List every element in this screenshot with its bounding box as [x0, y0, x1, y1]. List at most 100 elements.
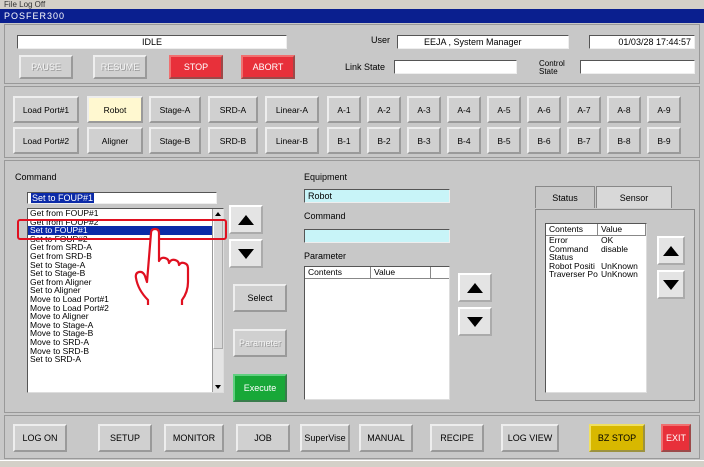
job-button[interactable]: JOB — [236, 424, 290, 452]
status-tab-panel: Status Sensor Contents Value Error OK Comm… — [535, 186, 695, 401]
state-field: IDLE — [17, 35, 287, 49]
tab-b-7[interactable]: B-7 — [567, 127, 601, 154]
datetime-field: 01/03/28 17:44:57 — [589, 35, 695, 49]
tab-b-8[interactable]: B-8 — [607, 127, 641, 154]
tab-b-5[interactable]: B-5 — [487, 127, 521, 154]
arrow-up-icon — [663, 245, 679, 256]
status-up-button[interactable] — [657, 236, 685, 265]
tab-b-2[interactable]: B-2 — [367, 127, 401, 154]
tab-a-7[interactable]: A-7 — [567, 96, 601, 123]
command-down-button[interactable] — [229, 239, 263, 268]
tab-b-6[interactable]: B-6 — [527, 127, 561, 154]
status-row-contents: Robot Positi — [549, 261, 595, 271]
pause-button[interactable]: PAUSE — [19, 55, 73, 79]
parameter-label: Parameter — [304, 251, 347, 261]
log-on-button[interactable]: LOG ON — [13, 424, 67, 452]
window-title: POSFER300 — [0, 9, 704, 23]
status-row: Error OK — [546, 236, 646, 245]
bz-stop-button[interactable]: BZ STOP — [589, 424, 645, 452]
command-current-field[interactable]: Set to FOUP#1 — [27, 192, 217, 204]
command-list-item[interactable]: Set to SRD-A — [28, 355, 223, 364]
link-state-field — [394, 60, 517, 74]
supervise-button[interactable]: SuperVise — [300, 424, 350, 452]
stop-button[interactable]: STOP — [169, 55, 223, 79]
status-table[interactable]: Contents Value Error OK Command disable Stat… — [545, 223, 647, 393]
tab-b-9[interactable]: B-9 — [647, 127, 681, 154]
status-header-value: Value — [598, 224, 646, 235]
tab-a-5[interactable]: A-5 — [487, 96, 521, 123]
tab-a-8[interactable]: A-8 — [607, 96, 641, 123]
link-state-label: Link State — [345, 62, 386, 72]
tab-srd-b[interactable]: SRD-B — [208, 127, 258, 154]
tab-linear-a[interactable]: Linear-A — [265, 96, 319, 123]
tab-load-port-1[interactable]: Load Port#1 — [13, 96, 79, 123]
parameter-table[interactable]: Contents Value — [304, 266, 450, 400]
tab-srd-a[interactable]: SRD-A — [208, 96, 258, 123]
control-state-label: Control State — [539, 59, 565, 76]
equipment-field: Robot — [304, 189, 450, 203]
status-row-value: UnKnown — [601, 269, 638, 280]
control-state-field — [580, 60, 695, 74]
tab-stage-a[interactable]: Stage-A — [149, 96, 201, 123]
setup-button[interactable]: SETUP — [98, 424, 152, 452]
tab-b-1[interactable]: B-1 — [327, 127, 361, 154]
tab-b-4[interactable]: B-4 — [447, 127, 481, 154]
eq-command-field — [304, 229, 450, 243]
tab-a-1[interactable]: A-1 — [327, 96, 361, 123]
command-up-button[interactable] — [229, 205, 263, 234]
tab-stage-b[interactable]: Stage-B — [149, 127, 201, 154]
tab-load-port-2[interactable]: Load Port#2 — [13, 127, 79, 154]
status-panel: IDLE User EEJA , System Manager 01/03/28… — [4, 24, 700, 84]
status-row-value: disable — [601, 243, 628, 254]
monitor-button[interactable]: MONITOR — [164, 424, 224, 452]
select-button[interactable]: Select — [233, 284, 287, 312]
log-view-button[interactable]: LOG VIEW — [501, 424, 559, 452]
abort-button[interactable]: ABORT — [241, 55, 295, 79]
manual-button[interactable]: MANUAL — [359, 424, 413, 452]
exit-button[interactable]: EXIT — [661, 424, 691, 452]
bottom-nav: LOG ON SETUP MONITOR JOB SuperVise MANUAL RECI… — [4, 415, 700, 459]
execute-button[interactable]: Execute — [233, 374, 287, 402]
tab-linear-b[interactable]: Linear-B — [265, 127, 319, 154]
tab-robot[interactable]: Robot — [87, 96, 143, 123]
status-row-contents: Error — [549, 236, 568, 245]
tab-a-4[interactable]: A-4 — [447, 96, 481, 123]
main-panel: Command Set to FOUP#1 Get from FOUP#1 Get… — [4, 160, 700, 413]
tab-a-9[interactable]: A-9 — [647, 96, 681, 123]
command-label: Command — [15, 172, 57, 182]
tab-status[interactable]: Status — [535, 186, 595, 208]
equipment-label: Equipment — [304, 172, 348, 182]
tab-b-3[interactable]: B-3 — [407, 127, 441, 154]
eq-command-label: Command — [304, 211, 346, 221]
status-row-contents: Traverser Po — [549, 270, 598, 279]
menu-bar[interactable]: File Log Off — [0, 0, 704, 9]
recipe-button[interactable]: RECIPE — [430, 424, 484, 452]
resume-button[interactable]: RESUME — [93, 55, 147, 79]
status-header-contents: Contents — [546, 224, 598, 235]
arrow-up-icon — [467, 282, 483, 293]
tab-aligner[interactable]: Aligner — [87, 127, 143, 154]
arrow-down-icon — [663, 279, 679, 290]
status-row: Traverser Po UnKnown — [546, 270, 646, 279]
scroll-down-icon[interactable] — [215, 385, 221, 389]
status-down-button[interactable] — [657, 270, 685, 299]
param-up-button[interactable] — [458, 273, 492, 302]
arrow-down-icon — [238, 248, 254, 259]
equipment-tabs: Load Port#1 Robot Stage-A SRD-A Linear-A A-1 A… — [4, 86, 700, 158]
param-header-contents: Contents — [305, 267, 371, 278]
arrow-up-icon — [238, 214, 254, 225]
status-bar — [0, 460, 704, 467]
hand-pointer-icon — [134, 227, 190, 305]
highlight-box — [17, 219, 227, 240]
user-label: User — [371, 35, 391, 45]
command-current-text: Set to FOUP#1 — [31, 193, 95, 203]
parameter-button[interactable]: Parameter — [233, 329, 287, 357]
user-field: EEJA , System Manager — [397, 35, 569, 49]
tab-sensor[interactable]: Sensor — [596, 186, 672, 208]
tab-a-2[interactable]: A-2 — [367, 96, 401, 123]
tab-a-3[interactable]: A-3 — [407, 96, 441, 123]
param-header-value: Value — [371, 267, 431, 278]
param-down-button[interactable] — [458, 307, 492, 336]
tab-a-6[interactable]: A-6 — [527, 96, 561, 123]
scroll-up-icon[interactable] — [215, 212, 221, 216]
